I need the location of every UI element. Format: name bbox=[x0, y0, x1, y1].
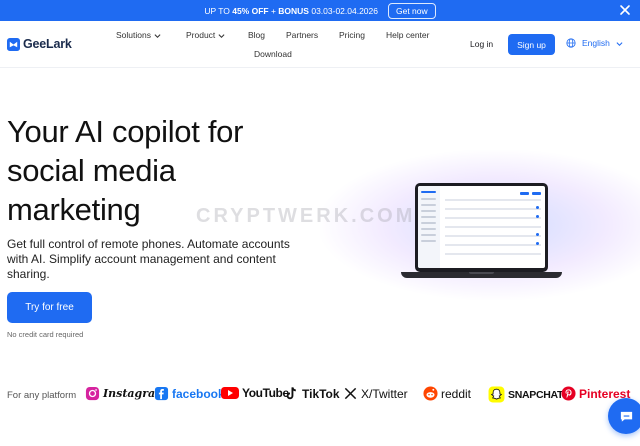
nav-help-center[interactable]: Help center bbox=[386, 30, 429, 40]
chat-widget-button[interactable] bbox=[608, 398, 640, 434]
reddit-label: reddit bbox=[441, 386, 472, 401]
promo-lead: UP TO bbox=[204, 5, 233, 16]
reddit-icon bbox=[423, 386, 438, 401]
chevron-down-icon bbox=[616, 41, 623, 46]
x-twitter-label: X/Twitter bbox=[361, 386, 408, 401]
hero-title-line-2: social media bbox=[7, 153, 176, 188]
nav-partners[interactable]: Partners bbox=[286, 30, 318, 40]
promo-discount: 45% OFF bbox=[232, 5, 269, 16]
close-icon[interactable] bbox=[619, 4, 631, 16]
brand-logo[interactable]: GeeLark bbox=[7, 37, 72, 51]
laptop-base bbox=[401, 272, 562, 278]
laptop-illustration bbox=[401, 183, 562, 280]
platform-reddit: reddit bbox=[423, 386, 471, 401]
facebook-icon bbox=[154, 386, 169, 401]
pinterest-icon bbox=[561, 386, 576, 401]
nav-product-label: Product bbox=[186, 30, 216, 40]
instagram-icon bbox=[85, 386, 100, 401]
laptop-screen bbox=[415, 183, 548, 272]
top-navbar: GeeLark Solutions Product Blog Partners … bbox=[0, 21, 640, 68]
sign-up-button[interactable]: Sign up bbox=[508, 34, 555, 55]
tiktok-icon bbox=[286, 387, 296, 400]
x-icon bbox=[344, 387, 357, 400]
chevron-down-icon bbox=[218, 33, 225, 38]
platform-tiktok: TikTok bbox=[284, 386, 340, 401]
snapchat-icon bbox=[488, 386, 505, 403]
dashboard-button bbox=[532, 192, 541, 195]
promo-dates: 03.03-02.04.2026 bbox=[308, 5, 378, 16]
no-credit-card-note: No credit card required bbox=[7, 330, 84, 339]
facebook-label: facebook bbox=[172, 386, 225, 401]
platform-facebook: facebook bbox=[154, 386, 225, 401]
try-for-free-button[interactable]: Try for free bbox=[7, 292, 92, 323]
youtube-label: YouTube bbox=[242, 386, 289, 400]
nav-pricing[interactable]: Pricing bbox=[339, 30, 365, 40]
platform-x-twitter: X/Twitter bbox=[343, 386, 408, 401]
hero-subtitle: Get full control of remote phones. Autom… bbox=[7, 237, 290, 281]
snapchat-label: SNAPCHAT bbox=[508, 388, 564, 401]
nav-download[interactable]: Download bbox=[254, 49, 292, 59]
platform-snapchat: SNAPCHAT bbox=[488, 386, 563, 403]
login-link[interactable]: Log in bbox=[470, 39, 493, 49]
globe-icon bbox=[566, 38, 576, 48]
chat-icon bbox=[620, 411, 632, 422]
nav-blog[interactable]: Blog bbox=[248, 30, 265, 40]
nav-solutions-label: Solutions bbox=[116, 30, 151, 40]
promo-text: UP TO 45% OFF + BONUS 03.03-02.04.2026 bbox=[204, 6, 378, 16]
language-selector[interactable]: English bbox=[566, 38, 623, 48]
watermark: CRYPTWERK.COM bbox=[196, 205, 416, 227]
brand-name: GeeLark bbox=[23, 37, 72, 51]
dashboard-sidebar bbox=[418, 186, 440, 268]
chevron-down-icon bbox=[154, 33, 161, 38]
language-label: English bbox=[582, 38, 610, 48]
promo-plus: + bbox=[268, 5, 279, 16]
dashboard-button bbox=[520, 192, 529, 195]
nav-solutions[interactable]: Solutions bbox=[116, 30, 161, 40]
nav-product[interactable]: Product bbox=[186, 30, 225, 40]
hero-title-line-1: Your AI copilot for bbox=[7, 114, 244, 149]
platforms-label: For any platform bbox=[7, 390, 77, 401]
get-now-button[interactable]: Get now bbox=[388, 2, 436, 19]
tiktok-label: TikTok bbox=[302, 386, 340, 401]
promo-banner: UP TO 45% OFF + BONUS 03.03-02.04.2026 G… bbox=[0, 0, 640, 21]
geelark-logo-icon bbox=[7, 37, 20, 51]
platform-youtube: YouTube bbox=[221, 386, 289, 400]
promo-bonus: BONUS bbox=[278, 5, 309, 16]
youtube-icon bbox=[221, 387, 239, 399]
dashboard-preview bbox=[418, 186, 545, 268]
